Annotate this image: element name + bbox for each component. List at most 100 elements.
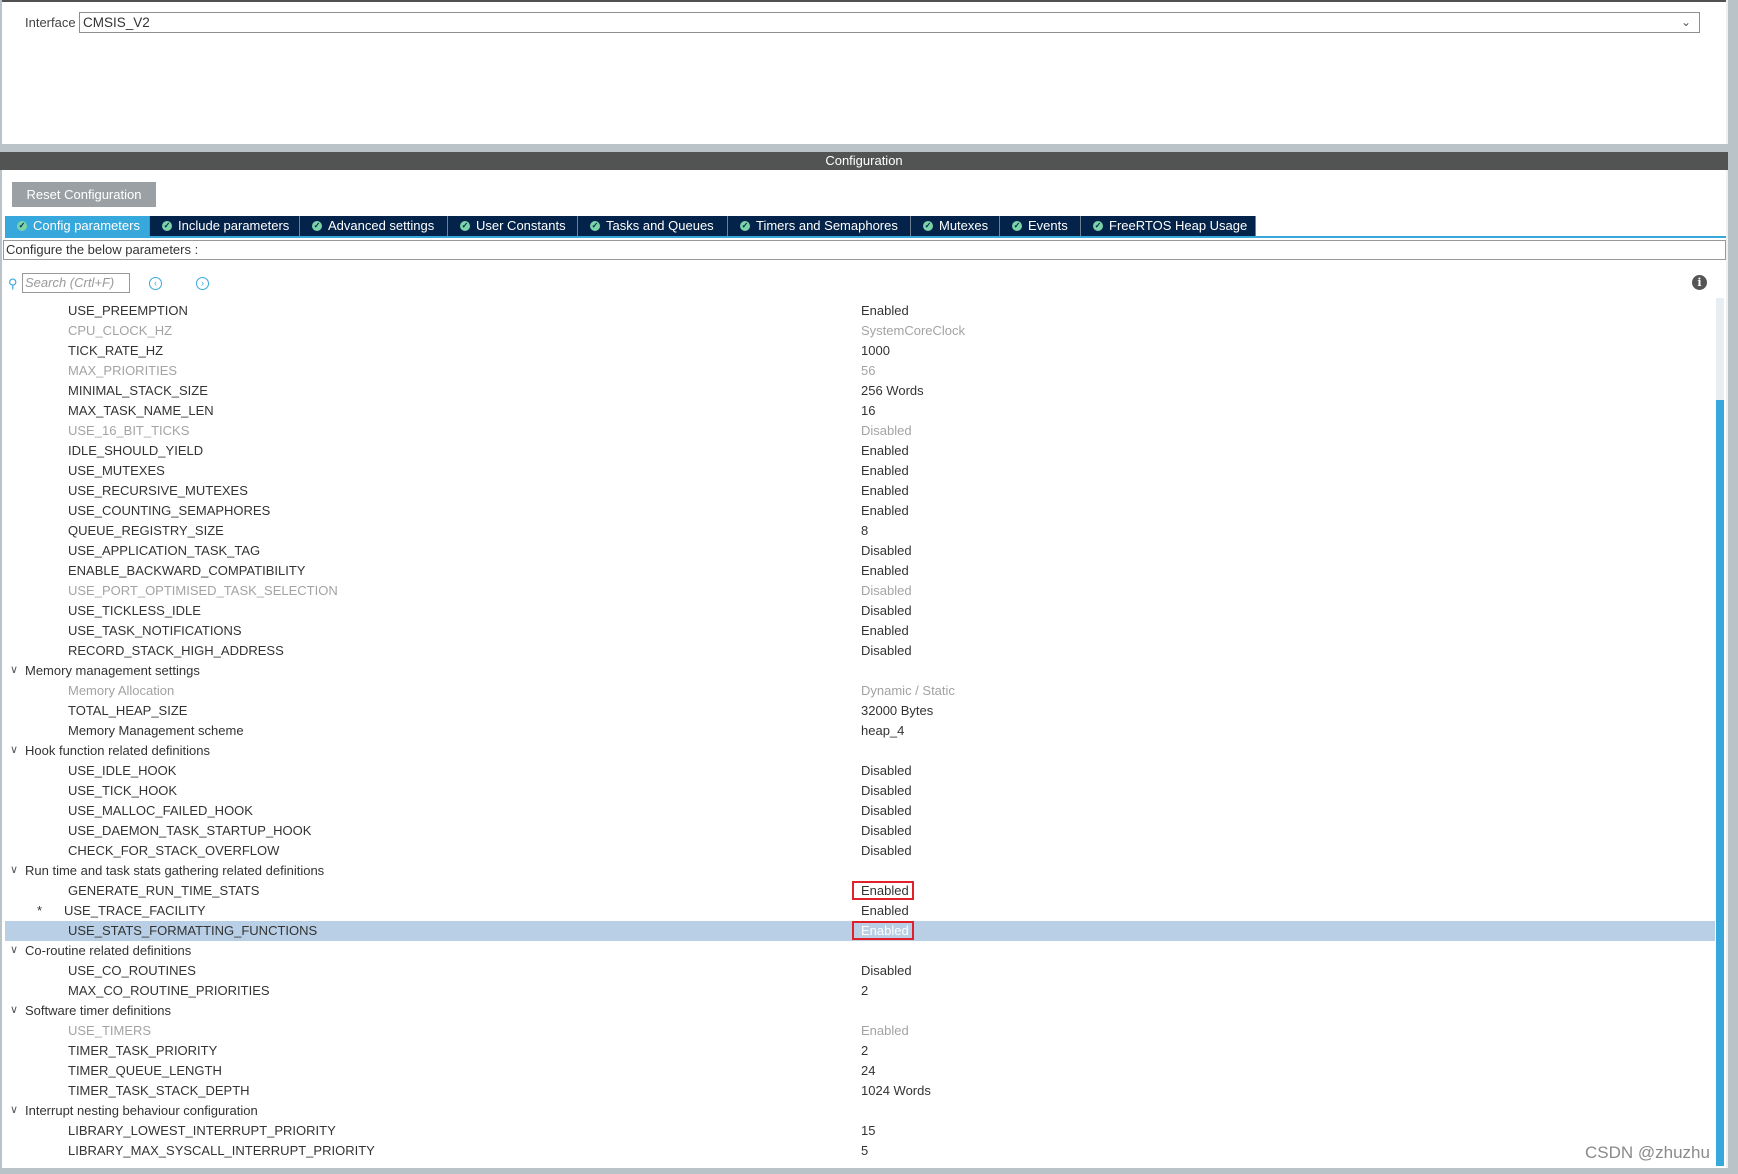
tab-events[interactable]: ✓ Events: [1000, 216, 1081, 236]
tab-freertos-heap-usage[interactable]: ✓ FreeRTOS Heap Usage: [1081, 216, 1256, 236]
parameter-row[interactable]: MAX_CO_ROUTINE_PRIORITIES 2: [5, 981, 1715, 1001]
parameter-row[interactable]: TOTAL_HEAP_SIZE 32000 Bytes: [5, 701, 1715, 721]
parameter-value[interactable]: Enabled: [861, 561, 909, 581]
parameter-value[interactable]: Disabled: [861, 641, 912, 661]
parameter-row[interactable]: USE_IDLE_HOOK Disabled: [5, 761, 1715, 781]
parameter-value[interactable]: Disabled: [861, 581, 912, 601]
parameter-value[interactable]: SystemCoreClock: [861, 321, 965, 341]
parameter-value[interactable]: 24: [861, 1061, 875, 1081]
group-header[interactable]: ∨ Memory management settings: [5, 661, 1715, 681]
parameter-row[interactable]: TIMER_QUEUE_LENGTH 24: [5, 1061, 1715, 1081]
parameter-value[interactable]: 56: [861, 361, 875, 381]
parameter-row[interactable]: CPU_CLOCK_HZ SystemCoreClock: [5, 321, 1715, 341]
chevron-down-icon[interactable]: ∨: [10, 940, 18, 960]
parameter-row[interactable]: IDLE_SHOULD_YIELD Enabled: [5, 441, 1715, 461]
parameter-row[interactable]: USE_TASK_NOTIFICATIONS Enabled: [5, 621, 1715, 641]
tab-config-parameters[interactable]: ✓ Config parameters: [5, 216, 150, 236]
tab-advanced-settings[interactable]: ✓ Advanced settings: [300, 216, 448, 236]
parameter-row[interactable]: USE_CO_ROUTINES Disabled: [5, 961, 1715, 981]
parameter-row[interactable]: TIMER_TASK_PRIORITY 2: [5, 1041, 1715, 1061]
parameter-row[interactable]: Memory Allocation Dynamic / Static: [5, 681, 1715, 701]
parameter-value[interactable]: Enabled: [861, 441, 909, 461]
parameter-row[interactable]: USE_STATS_FORMATTING_FUNCTIONS Enabled: [5, 921, 1715, 941]
parameter-row[interactable]: LIBRARY_MAX_SYSCALL_INTERRUPT_PRIORITY 5: [5, 1141, 1715, 1161]
parameter-row[interactable]: USE_16_BIT_TICKS Disabled: [5, 421, 1715, 441]
parameter-value[interactable]: 2: [861, 981, 868, 1001]
previous-match-icon[interactable]: ‹: [149, 277, 162, 290]
parameter-row[interactable]: * USE_TRACE_FACILITY Enabled: [5, 901, 1715, 921]
parameter-value[interactable]: Disabled: [861, 781, 912, 801]
parameter-row[interactable]: CHECK_FOR_STACK_OVERFLOW Disabled: [5, 841, 1715, 861]
parameter-value[interactable]: Disabled: [861, 421, 912, 441]
parameter-value[interactable]: Disabled: [861, 841, 912, 861]
parameter-row[interactable]: USE_TIMERS Enabled: [5, 1021, 1715, 1041]
group-header[interactable]: ∨ Software timer definitions: [5, 1001, 1715, 1021]
parameter-value[interactable]: heap_4: [861, 721, 904, 741]
group-header[interactable]: ∨ Interrupt nesting behaviour configurati…: [5, 1101, 1715, 1121]
parameter-row[interactable]: MINIMAL_STACK_SIZE 256 Words: [5, 381, 1715, 401]
parameter-value[interactable]: 2: [861, 1041, 868, 1061]
parameter-row[interactable]: USE_RECURSIVE_MUTEXES Enabled: [5, 481, 1715, 501]
tab-timers-and-semaphores[interactable]: ✓ Timers and Semaphores: [728, 216, 911, 236]
chevron-down-icon[interactable]: ∨: [10, 860, 18, 880]
parameter-value[interactable]: Disabled: [861, 821, 912, 841]
parameter-row[interactable]: USE_DAEMON_TASK_STARTUP_HOOK Disabled: [5, 821, 1715, 841]
parameter-row[interactable]: USE_COUNTING_SEMAPHORES Enabled: [5, 501, 1715, 521]
parameter-value[interactable]: Enabled: [861, 301, 909, 321]
tab-include-parameters[interactable]: ✓ Include parameters: [150, 216, 300, 236]
parameter-row[interactable]: MAX_PRIORITIES 56: [5, 361, 1715, 381]
parameter-row[interactable]: GENERATE_RUN_TIME_STATS Enabled: [5, 881, 1715, 901]
parameter-value[interactable]: Disabled: [861, 761, 912, 781]
chevron-down-icon[interactable]: ∨: [10, 740, 18, 760]
tab-tasks-and-queues[interactable]: ✓ Tasks and Queues: [578, 216, 728, 236]
info-icon[interactable]: i: [1692, 275, 1707, 290]
parameter-value[interactable]: 15: [861, 1121, 875, 1141]
group-header[interactable]: ∨ Hook function related definitions: [5, 741, 1715, 761]
scrollbar-thumb[interactable]: [1716, 400, 1724, 1166]
parameter-value[interactable]: 256 Words: [861, 381, 924, 401]
reset-configuration-button[interactable]: Reset Configuration: [12, 182, 156, 207]
parameter-row[interactable]: LIBRARY_LOWEST_INTERRUPT_PRIORITY 15: [5, 1121, 1715, 1141]
parameter-value[interactable]: 1024 Words: [861, 1081, 931, 1101]
group-header[interactable]: ∨ Co-routine related definitions: [5, 941, 1715, 961]
parameter-row[interactable]: TIMER_TASK_STACK_DEPTH 1024 Words: [5, 1081, 1715, 1101]
parameter-value[interactable]: Enabled: [861, 481, 909, 501]
parameter-row[interactable]: USE_PORT_OPTIMISED_TASK_SELECTION Disable…: [5, 581, 1715, 601]
parameter-value[interactable]: Disabled: [861, 541, 912, 561]
chevron-down-icon[interactable]: ∨: [10, 1100, 18, 1120]
parameter-value[interactable]: 8: [861, 521, 868, 541]
parameter-value[interactable]: Disabled: [861, 601, 912, 621]
next-match-icon[interactable]: ›: [196, 277, 209, 290]
parameter-value[interactable]: Dynamic / Static: [861, 681, 955, 701]
parameter-value[interactable]: 1000: [861, 341, 890, 361]
parameter-value[interactable]: 5: [861, 1141, 868, 1161]
parameter-row[interactable]: USE_MALLOC_FAILED_HOOK Disabled: [5, 801, 1715, 821]
parameter-row[interactable]: QUEUE_REGISTRY_SIZE 8: [5, 521, 1715, 541]
parameter-value[interactable]: Enabled: [861, 461, 909, 481]
tab-mutexes[interactable]: ✓ Mutexes: [911, 216, 1000, 236]
parameter-value[interactable]: Enabled: [861, 1021, 909, 1041]
parameter-value[interactable]: Enabled: [861, 901, 909, 921]
chevron-down-icon[interactable]: ∨: [10, 660, 18, 680]
parameter-row[interactable]: USE_APPLICATION_TASK_TAG Disabled: [5, 541, 1715, 561]
parameter-row[interactable]: ENABLE_BACKWARD_COMPATIBILITY Enabled: [5, 561, 1715, 581]
parameter-row[interactable]: RECORD_STACK_HIGH_ADDRESS Disabled: [5, 641, 1715, 661]
search-input[interactable]: Search (Crtl+F): [22, 273, 130, 293]
parameter-row[interactable]: Memory Management scheme heap_4: [5, 721, 1715, 741]
interface-select[interactable]: CMSIS_V2 ⌄: [79, 12, 1700, 33]
parameter-row[interactable]: USE_TICK_HOOK Disabled: [5, 781, 1715, 801]
group-header[interactable]: ∨ Run time and task stats gathering relat…: [5, 861, 1715, 881]
parameter-value[interactable]: 32000 Bytes: [861, 701, 933, 721]
parameter-value[interactable]: Enabled: [861, 501, 909, 521]
chevron-down-icon[interactable]: ∨: [10, 1000, 18, 1020]
parameter-row[interactable]: TICK_RATE_HZ 1000: [5, 341, 1715, 361]
tab-user-constants[interactable]: ✓ User Constants: [448, 216, 578, 236]
parameter-row[interactable]: USE_TICKLESS_IDLE Disabled: [5, 601, 1715, 621]
parameter-row[interactable]: MAX_TASK_NAME_LEN 16: [5, 401, 1715, 421]
parameter-row[interactable]: USE_PREEMPTION Enabled: [5, 301, 1715, 321]
parameter-value[interactable]: Disabled: [861, 961, 912, 981]
parameter-value[interactable]: Enabled: [861, 621, 909, 641]
parameter-value[interactable]: 16: [861, 401, 875, 421]
parameter-row[interactable]: USE_MUTEXES Enabled: [5, 461, 1715, 481]
parameter-value[interactable]: Disabled: [861, 801, 912, 821]
